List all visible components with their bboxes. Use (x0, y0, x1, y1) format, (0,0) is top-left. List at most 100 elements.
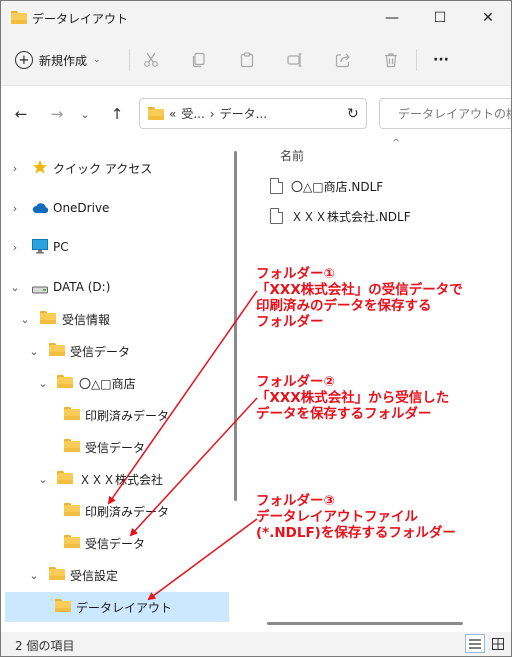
back-arrow-icon[interactable]: ← (11, 104, 31, 124)
navigation-pane: › クイック アクセス › OneDrive › PC ⌄ DATA (D:) … (1, 142, 233, 632)
annotation-line: フォルダー (256, 314, 324, 330)
file-item[interactable]: 〇△□商店.NDLF (270, 175, 383, 197)
details-view-icon[interactable] (465, 634, 485, 653)
column-header-name[interactable]: 名前 (280, 147, 304, 164)
status-bar: 2 個の項目 (1, 632, 511, 656)
file-name: 〇△□商店.NDLF (291, 179, 384, 194)
annotation-line: データを保存するフォルダー (256, 406, 432, 422)
copy-icon[interactable] (189, 50, 209, 70)
forward-arrow-icon[interactable]: → (47, 104, 67, 124)
nav-scrollbar[interactable] (234, 151, 237, 501)
search-input[interactable]: データレイアウトの検索 (379, 98, 511, 129)
chevron-down-icon[interactable]: ⌄ (37, 377, 49, 390)
content-scrollbar[interactable] (267, 622, 463, 625)
sort-ascending-icon: ^ (392, 138, 401, 149)
nav-item-pc[interactable]: › PC (1, 232, 229, 262)
file-name: ＸＸＸ株式会社.NDLF (291, 209, 411, 224)
breadcrumb-segment[interactable]: データ... (220, 105, 267, 122)
folder-icon (57, 471, 73, 485)
folder-icon (148, 107, 164, 120)
delete-icon[interactable] (381, 50, 401, 70)
chevron-right-icon[interactable]: › (9, 202, 21, 215)
toolbar-separator (416, 49, 417, 71)
folder-icon (49, 567, 65, 581)
up-arrow-icon[interactable]: ↑ (107, 104, 127, 124)
new-button-label: 新規作成 (39, 53, 88, 68)
nav-item-folder[interactable]: ⌄ 受信情報 (1, 304, 229, 334)
nav-item-folder[interactable]: 印刷済みデータ (1, 400, 229, 430)
star-icon (32, 159, 48, 174)
close-button[interactable]: ✕ (465, 1, 511, 35)
address-bar[interactable]: « 受... › データ... (139, 98, 367, 129)
chevron-down-icon[interactable]: ⌄ (37, 473, 49, 486)
address-overflow[interactable]: « (169, 107, 176, 121)
annotation-line: フォルダー② (256, 374, 335, 390)
annotation-folder-2: フォルダー② 「XXX株式会社」から受信した データを保存するフォルダー (256, 374, 449, 422)
minimize-button[interactable]: — (369, 1, 415, 35)
folder-icon (64, 535, 80, 549)
more-options-button[interactable]: ··· (431, 50, 451, 70)
nav-item-label: OneDrive (53, 201, 110, 215)
nav-item-label: DATA (D:) (53, 280, 111, 294)
nav-item-folder[interactable]: 印刷済みデータ (1, 496, 229, 526)
search-placeholder: データレイアウトの検索 (398, 107, 511, 121)
nav-item-label: 受信情報 (62, 312, 111, 327)
folder-icon (11, 11, 27, 24)
refresh-icon[interactable]: ↻ (347, 106, 359, 122)
nav-item-label: 受信データ (85, 440, 146, 455)
annotation-line: 印刷済みのデータを保存する (256, 298, 432, 314)
item-count: 2 個の項目 (15, 639, 75, 653)
tiles-view-icon[interactable] (488, 634, 508, 653)
nav-item-label: 受信データ (85, 536, 146, 551)
folder-icon (64, 503, 80, 517)
folder-icon (55, 599, 71, 613)
folder-icon (40, 311, 56, 325)
file-icon (270, 208, 283, 224)
nav-item-drive-d[interactable]: ⌄ DATA (D:) (1, 272, 229, 302)
nav-item-folder-selected[interactable]: データレイアウト (5, 592, 229, 622)
recent-chevron-icon[interactable]: ⌄ (75, 104, 95, 124)
nav-item-label: ＸＸＸ株式会社 (79, 472, 164, 487)
new-button[interactable]: + 新規作成 ⌄ (15, 48, 101, 72)
nav-item-folder[interactable]: ⌄ 受信設定 (1, 560, 229, 590)
nav-item-folder[interactable]: ⌄ 〇△□商店 (1, 368, 229, 398)
command-bar: + 新規作成 ⌄ ··· (1, 35, 511, 86)
nav-item-label: 印刷済みデータ (85, 408, 170, 423)
annotation-line: 「XXX株式会社」の受信データで (256, 282, 463, 298)
annotation-line: フォルダー① (256, 266, 335, 282)
nav-item-folder[interactable]: ⌄ 受信データ (1, 336, 229, 366)
chevron-down-icon[interactable]: ⌄ (19, 313, 31, 326)
chevron-down-icon[interactable]: ⌄ (9, 281, 21, 294)
file-item[interactable]: ＸＸＸ株式会社.NDLF (270, 205, 411, 227)
toolbar-separator (129, 49, 130, 71)
nav-item-label: PC (53, 240, 69, 254)
chevron-down-icon[interactable]: ⌄ (28, 569, 40, 582)
nav-item-folder[interactable]: ⌄ ＸＸＸ株式会社 (1, 464, 229, 494)
annotation-folder-1: フォルダー① 「XXX株式会社」の受信データで 印刷済みのデータを保存する フォ… (256, 266, 463, 330)
nav-item-label: 受信データ (70, 344, 131, 359)
annotation-line: フォルダー③ (256, 493, 335, 509)
folder-icon (57, 375, 73, 389)
breadcrumb-segment[interactable]: 受... (181, 105, 204, 122)
cut-icon[interactable] (141, 50, 161, 70)
maximize-button[interactable]: ☐ (417, 1, 463, 35)
chevron-right-icon[interactable]: › (9, 241, 21, 254)
rename-icon[interactable] (285, 50, 305, 70)
nav-item-folder[interactable]: 受信データ (1, 528, 229, 558)
annotation-folder-3: フォルダー③ データレイアウトファイル (*.NDLF)を保存するフォルダー (256, 493, 456, 541)
chevron-down-icon[interactable]: ⌄ (28, 345, 40, 358)
paste-icon[interactable] (237, 50, 257, 70)
plus-icon: + (15, 51, 33, 69)
nav-item-label: 受信設定 (70, 568, 119, 583)
window-title: データレイアウト (32, 12, 129, 26)
nav-item-onedrive[interactable]: › OneDrive (1, 193, 229, 223)
nav-item-quick-access[interactable]: › クイック アクセス (1, 153, 229, 183)
nav-item-label: 〇△□商店 (79, 376, 136, 391)
nav-item-folder[interactable]: 受信データ (1, 432, 229, 462)
annotation-line: (*.NDLF)を保存するフォルダー (256, 525, 456, 541)
title-bar: データレイアウト — ☐ ✕ (1, 1, 511, 35)
share-icon[interactable] (333, 50, 353, 70)
address-row: ← → ⌄ ↑ « 受... › データ... ↻ データレイアウトの検索 (1, 86, 511, 142)
cloud-icon (32, 202, 49, 216)
chevron-right-icon[interactable]: › (9, 162, 21, 175)
